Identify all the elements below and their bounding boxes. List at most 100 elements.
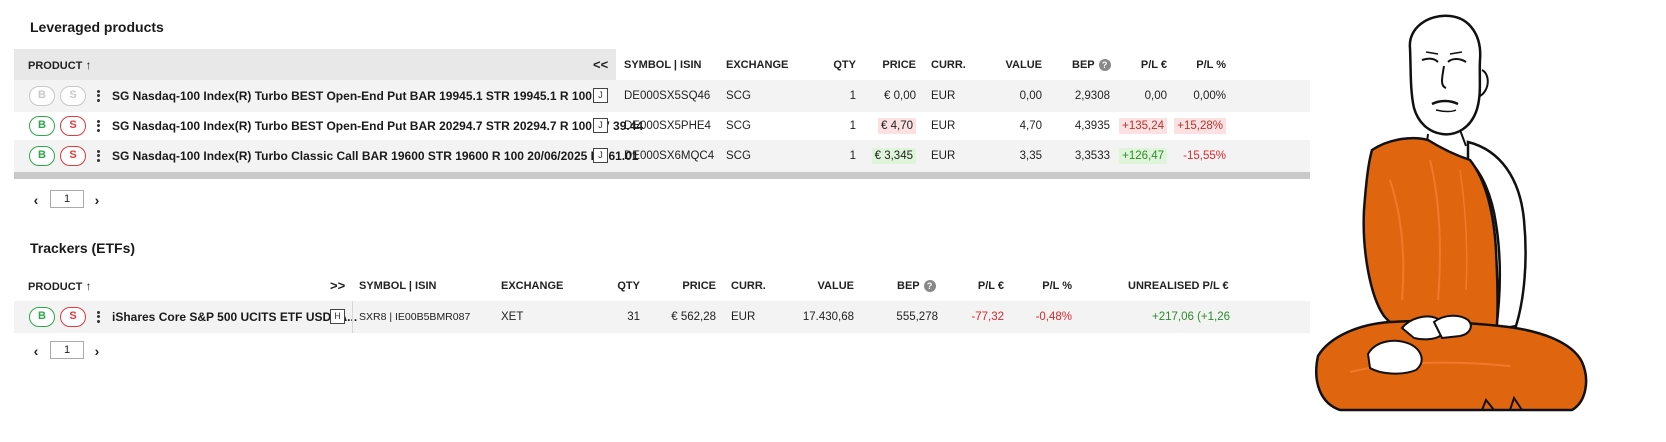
column-header-qty[interactable]: QTY (800, 49, 856, 81)
sort-arrow-up-icon: ↑ (85, 58, 92, 72)
column-header-curr[interactable]: CURR. (931, 49, 966, 81)
pl-pct: 0,00% (1193, 90, 1226, 102)
buy-button[interactable]: B (29, 146, 55, 166)
sell-button[interactable]: S (60, 307, 86, 327)
product-type-tag: J (593, 88, 608, 103)
horizontal-scrollbar[interactable] (14, 172, 1310, 179)
pl-eur: +135,24 (1114, 110, 1167, 142)
pl-eur: -77,32 (971, 311, 1004, 323)
buy-button[interactable]: B (29, 307, 55, 327)
qty: 1 (849, 120, 856, 132)
table-row: B S iShares Core S&P 500 UCITS ETF USD (… (14, 301, 1310, 333)
column-header-value[interactable]: VALUE (784, 270, 854, 302)
kebab-menu-icon[interactable] (95, 309, 101, 325)
info-icon[interactable]: ? (923, 280, 936, 292)
bep: 2,9308 (1074, 90, 1110, 102)
column-header-qty[interactable]: QTY (594, 270, 640, 302)
table-row: B S SG Nasdaq-100 Index(R) Turbo BEST Op… (14, 80, 1310, 112)
kebab-menu-icon[interactable] (95, 148, 101, 164)
column-header-bep[interactable]: BEP? (1072, 49, 1111, 81)
currency: EUR (931, 150, 956, 162)
qty: 1 (849, 150, 856, 162)
buy-button[interactable]: B (29, 86, 55, 106)
column-header-exchange[interactable]: EXCHANGE (501, 270, 563, 302)
kebab-menu-icon[interactable] (95, 118, 101, 134)
info-icon[interactable]: ? (1098, 59, 1111, 71)
etf-section-title: Trackers (ETFs) (30, 240, 136, 256)
currency: EUR (931, 90, 956, 102)
bep: 555,278 (896, 311, 938, 323)
product-name[interactable]: SG Nasdaq-100 Index(R) Turbo Classic Cal… (112, 140, 638, 172)
isin: DE000SX5SQ46 (624, 90, 711, 102)
chevron-left-icon[interactable]: ‹ (30, 343, 42, 359)
column-header-pl-pct[interactable]: P/L % (1014, 270, 1072, 302)
pl-eur: +126,47 (1114, 140, 1167, 172)
meditating-monk-illustration (1310, 0, 1666, 442)
product-type-tag: J (593, 118, 608, 133)
price: € 4,70 (860, 110, 916, 142)
price: € 0,00 (884, 90, 916, 102)
sell-button[interactable]: S (60, 146, 86, 166)
value: 3,35 (1019, 150, 1042, 162)
etf-table: PRODUCT ↑ >> SYMBOL | ISIN EXCHANGE QTY … (14, 270, 1310, 334)
chevron-right-icon[interactable]: › (91, 343, 103, 359)
product-name[interactable]: iShares Core S&P 500 UCITS ETF USD (A... (112, 301, 357, 333)
column-header-symbol[interactable]: SYMBOL | ISIN (624, 49, 701, 81)
sell-button[interactable]: S (60, 116, 86, 136)
leveraged-table: PRODUCT ↑ << SYMBOL | ISIN EXCHANGE QTY … (14, 49, 1310, 177)
isin: DE000SX5PHE4 (624, 120, 711, 132)
column-header-pl-eur[interactable]: P/L € (954, 270, 1004, 302)
column-header-price[interactable]: PRICE (860, 49, 916, 81)
column-header-curr[interactable]: CURR. (731, 270, 766, 302)
column-header-bep[interactable]: BEP? (897, 270, 936, 302)
sell-button[interactable]: S (60, 86, 86, 106)
pl-pct: -0,48% (1035, 311, 1072, 323)
etf-header-row: PRODUCT ↑ >> SYMBOL | ISIN EXCHANGE QTY … (14, 270, 1310, 302)
price: € 562,28 (671, 311, 716, 323)
buy-button[interactable]: B (29, 116, 55, 136)
qty: 31 (627, 311, 640, 323)
qty: 1 (849, 90, 856, 102)
portfolio-panel: Leveraged products PRODUCT ↑ << SYMBOL |… (0, 0, 1310, 442)
bep: 3,3533 (1074, 150, 1110, 162)
currency: EUR (931, 120, 956, 132)
table-row: B S SG Nasdaq-100 Index(R) Turbo Classic… (14, 140, 1310, 172)
pl-pct: +15,28% (1174, 110, 1226, 142)
table-row: B S SG Nasdaq-100 Index(R) Turbo BEST Op… (14, 110, 1310, 142)
product-type-tag: H (330, 309, 345, 324)
price: € 3,345 (860, 140, 916, 172)
leveraged-header-row: PRODUCT ↑ << SYMBOL | ISIN EXCHANGE QTY … (14, 49, 1310, 81)
column-header-product[interactable]: PRODUCT ↑ (28, 270, 91, 302)
kebab-menu-icon[interactable] (95, 88, 101, 104)
column-header-symbol[interactable]: SYMBOL | ISIN (359, 270, 436, 302)
isin: DE000SX6MQC4 (624, 150, 715, 162)
product-name[interactable]: SG Nasdaq-100 Index(R) Turbo BEST Open-E… (112, 80, 592, 112)
pl-eur: 0,00 (1144, 90, 1167, 102)
symbol-isin: SXR8 | IE00B5BMR087 (359, 311, 471, 323)
value: 17.430,68 (802, 311, 854, 323)
column-header-price[interactable]: PRICE (654, 270, 716, 302)
sort-arrow-up-icon: ↑ (85, 279, 92, 293)
expand-columns-button[interactable]: >> (330, 270, 345, 302)
chevron-left-icon[interactable]: ‹ (30, 192, 42, 208)
column-header-unrealised-pl[interactable]: UNREALISED P/L € (1128, 270, 1229, 302)
exchange: SCG (726, 120, 751, 132)
column-header-pl-pct[interactable]: P/L % (1174, 49, 1226, 81)
column-header-pl-eur[interactable]: P/L € (1114, 49, 1167, 81)
column-header-value[interactable]: VALUE (982, 49, 1042, 81)
collapse-columns-button[interactable]: << (593, 49, 608, 81)
value: 0,00 (1019, 90, 1042, 102)
chevron-right-icon[interactable]: › (91, 192, 103, 208)
value: 4,70 (1019, 120, 1042, 132)
product-name[interactable]: SG Nasdaq-100 Index(R) Turbo BEST Open-E… (112, 110, 643, 142)
product-type-tag: J (593, 148, 608, 163)
pl-pct: -15,55% (1183, 150, 1226, 162)
page-number-input[interactable]: 1 (50, 190, 84, 208)
exchange: SCG (726, 150, 751, 162)
bep: 4,3935 (1074, 120, 1110, 132)
page-number-input[interactable]: 1 (50, 341, 84, 359)
exchange: XET (501, 311, 524, 323)
column-header-exchange[interactable]: EXCHANGE (726, 49, 788, 81)
leveraged-section-title: Leveraged products (30, 19, 164, 35)
column-header-product[interactable]: PRODUCT ↑ (28, 49, 91, 81)
